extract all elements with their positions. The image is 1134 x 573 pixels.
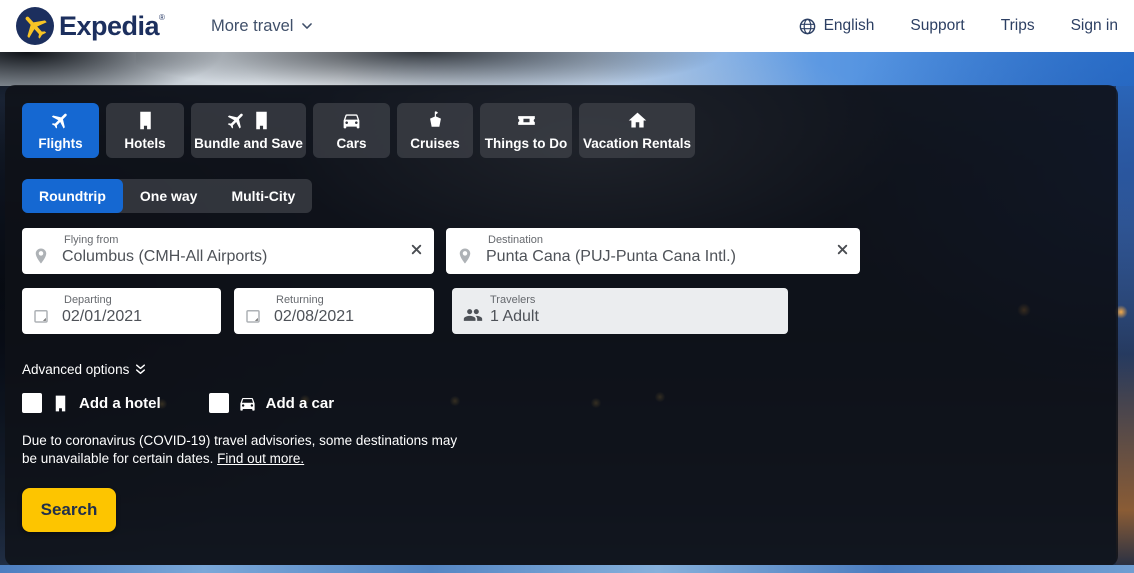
flying-from-field: Flying from — [22, 228, 434, 274]
location-pin-icon — [456, 247, 474, 265]
returning-field: Returning — [234, 288, 434, 334]
tab-bundle-and-save[interactable]: Bundle and Save — [191, 103, 306, 158]
language-selector[interactable]: English — [798, 17, 875, 36]
nav-support[interactable]: Support — [910, 17, 964, 35]
calendar-icon — [244, 307, 262, 325]
add-car-checkbox[interactable] — [209, 393, 229, 413]
flight-search-panel: Flights Hotels Bundle and Save Cars — [5, 85, 1118, 566]
clear-flying-from-button[interactable] — [409, 243, 424, 258]
more-travel-menu[interactable]: More travel — [211, 17, 315, 36]
tab-cars[interactable]: Cars — [313, 103, 390, 158]
departing-field: Departing — [22, 288, 221, 334]
covid-advisory-text: Due to coronavirus (COVID-19) travel adv… — [22, 432, 474, 469]
returning-input[interactable] — [274, 308, 400, 326]
search-button[interactable]: Search — [22, 488, 116, 532]
tab-flights[interactable]: Flights — [22, 103, 99, 158]
find-out-more-link[interactable]: Find out more. — [217, 451, 304, 466]
flying-from-label: Flying from — [64, 234, 118, 246]
tab-one-way[interactable]: One way — [123, 179, 215, 213]
car-icon — [341, 110, 362, 131]
destination-label: Destination — [488, 234, 543, 246]
logo-wordmark: Expedia — [59, 11, 159, 42]
more-travel-label: More travel — [211, 17, 294, 36]
airplane-icon — [46, 106, 76, 136]
ship-icon — [425, 110, 446, 131]
departing-input[interactable] — [62, 308, 187, 326]
travelers-value: 1 Adult — [490, 308, 539, 326]
building-icon — [135, 110, 156, 131]
hero-background: Flights Hotels Bundle and Save Cars — [0, 52, 1134, 573]
building-icon — [251, 110, 272, 131]
nav-trips[interactable]: Trips — [1001, 17, 1035, 35]
travelers-icon — [463, 305, 483, 325]
expedia-logo[interactable]: Expedia ® — [16, 7, 165, 45]
tab-hotels[interactable]: Hotels — [106, 103, 184, 158]
advanced-options-label: Advanced options — [22, 362, 129, 377]
close-icon — [410, 243, 423, 256]
add-car-option[interactable]: Add a car — [209, 393, 334, 413]
trip-type-tabs: Roundtrip One way Multi-City — [22, 179, 312, 213]
car-icon — [238, 394, 257, 413]
flying-from-input[interactable] — [62, 248, 400, 266]
building-icon — [51, 394, 70, 413]
airplane-icon — [221, 106, 251, 136]
ticket-icon — [516, 110, 537, 131]
addon-options: Add a hotel Add a car — [22, 393, 334, 413]
tab-vacation-rentals[interactable]: Vacation Rentals — [579, 103, 695, 158]
airplane-icon — [14, 5, 56, 47]
destination-field: Destination — [446, 228, 860, 274]
registered-mark: ® — [159, 13, 165, 22]
double-chevron-down-icon — [134, 363, 147, 376]
language-label: English — [824, 17, 875, 35]
tab-roundtrip[interactable]: Roundtrip — [22, 179, 123, 213]
product-tabs: Flights Hotels Bundle and Save Cars — [22, 103, 695, 158]
departing-label: Departing — [64, 294, 112, 306]
returning-label: Returning — [276, 294, 324, 306]
expedia-logo-icon — [16, 7, 54, 45]
add-car-label: Add a car — [266, 395, 334, 412]
nav-sign-in[interactable]: Sign in — [1071, 17, 1118, 35]
header-nav: English Support Trips Sign in — [798, 17, 1118, 36]
top-nav-bar: Expedia ® More travel English Support Tr… — [0, 0, 1134, 52]
add-hotel-label: Add a hotel — [79, 395, 161, 412]
location-pin-icon — [32, 247, 50, 265]
advanced-options-toggle[interactable]: Advanced options — [22, 362, 147, 377]
expedia-homepage: Expedia ® More travel English Support Tr… — [0, 0, 1134, 573]
travelers-field[interactable]: Travelers 1 Adult — [452, 288, 788, 334]
tab-cruises[interactable]: Cruises — [397, 103, 473, 158]
add-hotel-option[interactable]: Add a hotel — [22, 393, 161, 413]
clear-destination-button[interactable] — [835, 243, 850, 258]
tab-multi-city[interactable]: Multi-City — [214, 179, 312, 213]
chevron-down-icon — [300, 19, 314, 33]
globe-icon — [798, 17, 817, 36]
destination-input[interactable] — [486, 248, 826, 266]
calendar-icon — [32, 307, 50, 325]
close-icon — [836, 243, 849, 256]
water-reflection-strip — [0, 565, 1134, 573]
travelers-label: Travelers — [490, 294, 535, 306]
add-hotel-checkbox[interactable] — [22, 393, 42, 413]
house-icon — [627, 110, 648, 131]
tab-things-to-do[interactable]: Things to Do — [480, 103, 572, 158]
